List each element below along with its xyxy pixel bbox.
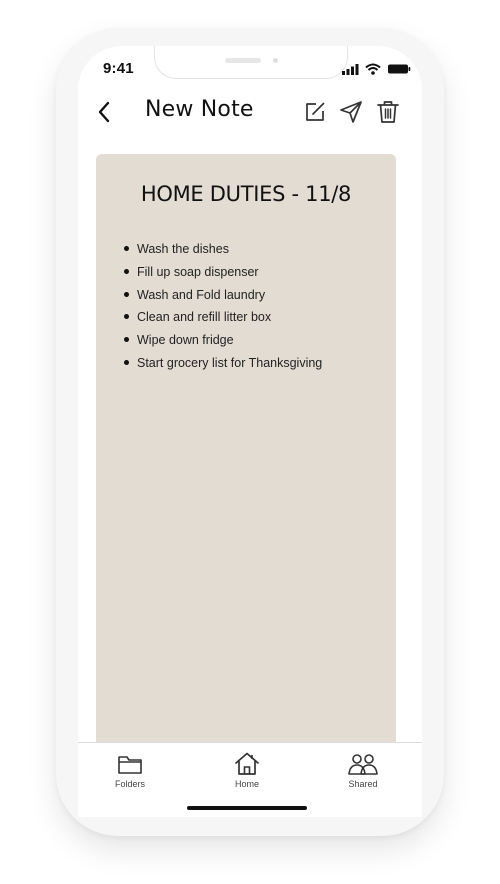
wifi-arc — [367, 67, 379, 71]
battery-body — [388, 64, 408, 74]
tab-folders[interactable]: Folders — [95, 751, 165, 789]
list-item[interactable]: Start grocery list for Thanksgiving — [124, 355, 322, 378]
list-item[interactable]: Wash and Fold laundry — [124, 287, 322, 310]
tab-label: Home — [234, 779, 259, 789]
chevron-left-icon — [98, 101, 110, 123]
folder-icon — [118, 756, 142, 774]
battery-cap — [408, 67, 411, 71]
list-item[interactable]: Wash the dishes — [124, 241, 322, 264]
status-time: 9:41 — [103, 60, 134, 77]
note-checklist: Wash the dishes Fill up soap dispenser W… — [124, 241, 322, 378]
home-indicator — [187, 806, 307, 810]
edit-icon — [306, 102, 325, 121]
note-title[interactable]: HOME DUTIES - 11/8 — [96, 182, 396, 206]
tab-shared[interactable]: Shared — [328, 751, 398, 789]
trash-icon — [377, 101, 399, 123]
send-button[interactable] — [338, 98, 364, 126]
signal-wifi-battery-icon — [342, 63, 411, 75]
front-camera — [273, 58, 278, 63]
list-item[interactable]: Wipe down fridge — [124, 332, 322, 355]
status-icons — [340, 62, 412, 76]
list-item[interactable]: Clean and refill litter box — [124, 309, 322, 332]
list-item[interactable]: Fill up soap dispenser — [124, 264, 322, 287]
delete-button[interactable] — [375, 98, 401, 126]
signal-bar — [346, 69, 350, 75]
tab-label: Shared — [348, 779, 378, 789]
speaker-grille — [225, 58, 261, 63]
signal-bar — [355, 64, 359, 75]
tab-home[interactable]: Home — [212, 751, 282, 789]
page-title: New Note — [145, 97, 254, 122]
edit-button[interactable] — [302, 98, 328, 126]
home-icon — [235, 752, 259, 775]
people-icon — [348, 754, 378, 775]
signal-bar — [342, 71, 345, 75]
notch — [154, 46, 348, 79]
back-button[interactable] — [92, 98, 116, 126]
wifi-dot — [371, 71, 375, 75]
send-icon — [340, 101, 362, 123]
tab-label: Folders — [114, 779, 145, 789]
signal-bar — [351, 66, 354, 75]
canvas: 9:41 New Note HOME DUTIES - 11/8 Wash th… — [0, 0, 500, 884]
